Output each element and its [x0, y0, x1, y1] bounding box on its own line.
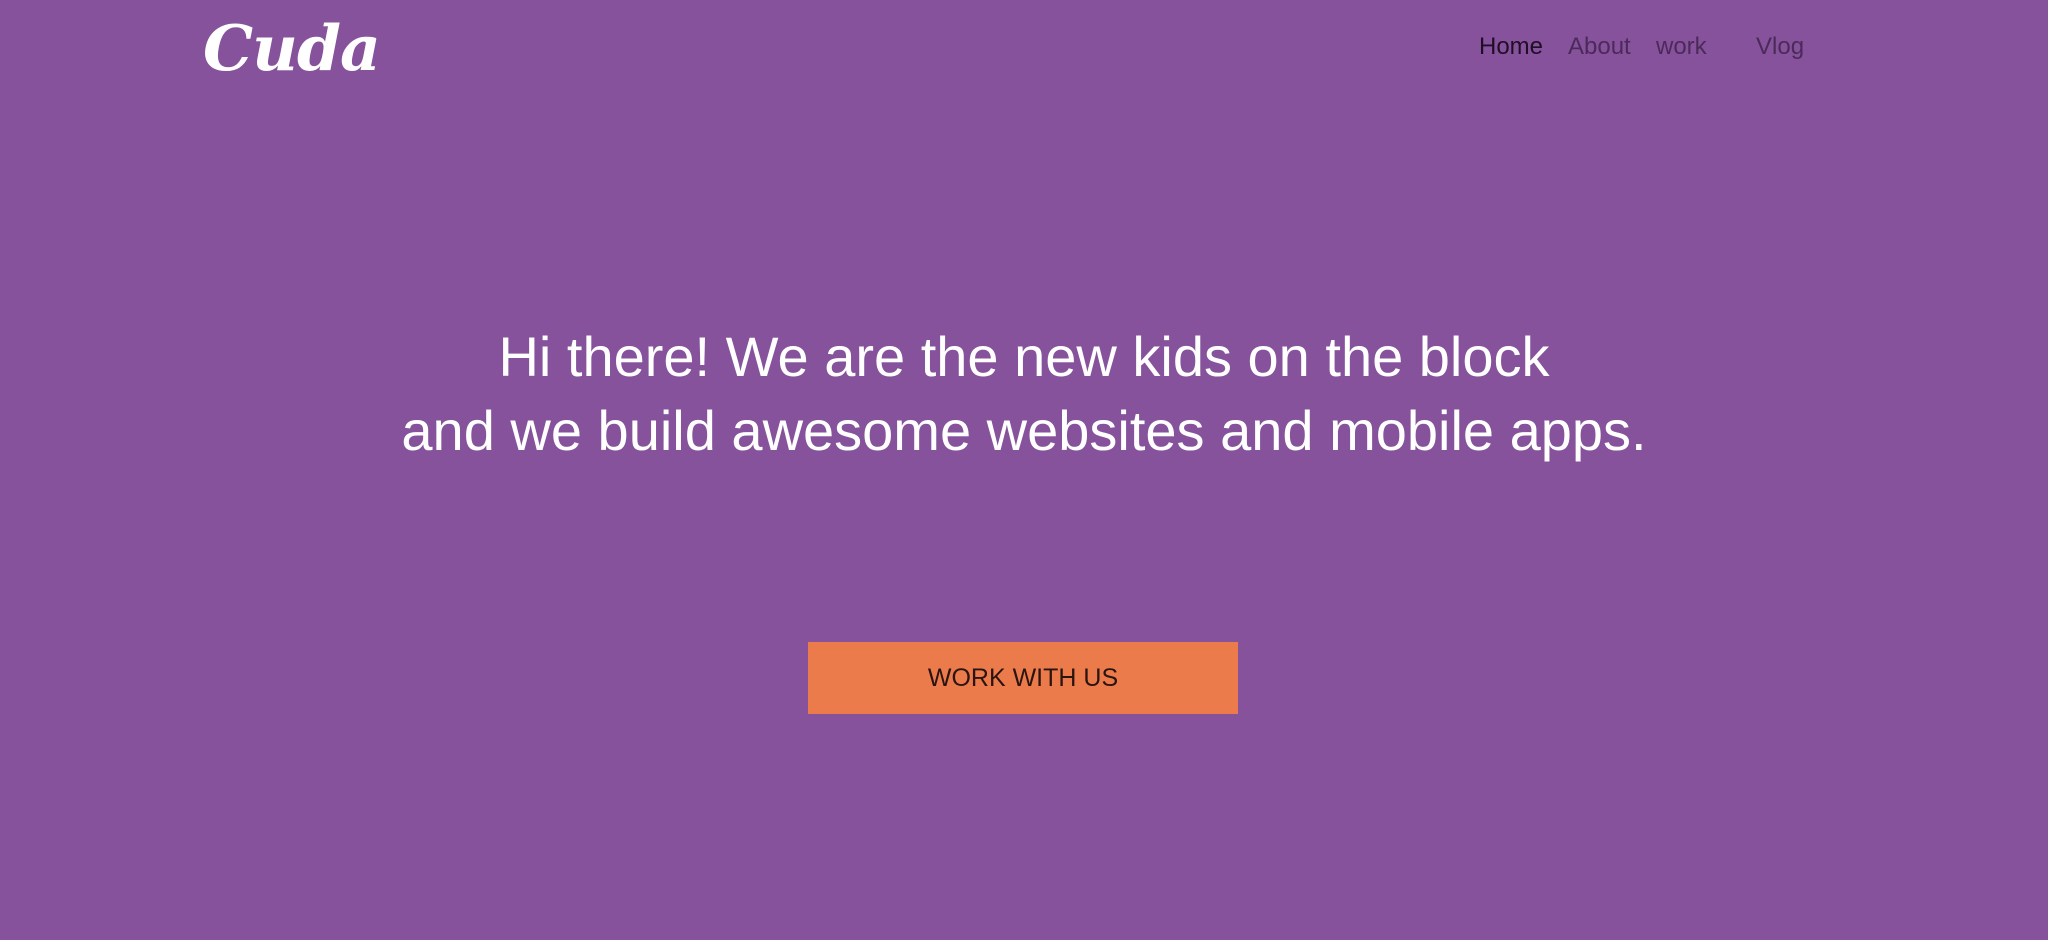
page: Cuda Home About work Vlog Hi there! We a…: [0, 0, 2048, 940]
nav-work-link[interactable]: work: [1656, 30, 1707, 64]
work-with-us-button[interactable]: WORK WITH US: [808, 642, 1238, 714]
nav-about-link[interactable]: About: [1568, 30, 1631, 64]
hero-line-1: Hi there! We are the new kids on the blo…: [498, 325, 1550, 388]
nav-home-link[interactable]: Home: [1479, 30, 1543, 64]
nav-vlog-link[interactable]: Vlog: [1756, 30, 1804, 64]
hero-heading: Hi there! We are the new kids on the blo…: [0, 320, 2048, 468]
hero-line-2: and we build awesome websites and mobile…: [401, 399, 1647, 462]
main-nav: Home About work Vlog: [0, 30, 2048, 64]
